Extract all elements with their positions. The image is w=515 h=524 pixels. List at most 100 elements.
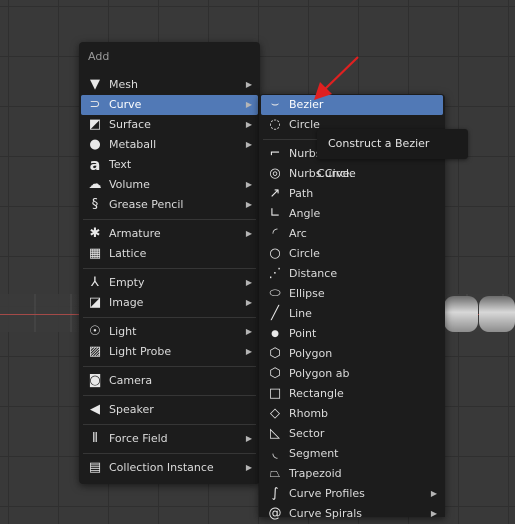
ellipse-icon: ⬭ <box>269 286 281 301</box>
menu-item-armature[interactable]: ✱ Armature ▶ <box>81 224 258 244</box>
submenu-item-label: Path <box>289 187 314 200</box>
menu-item-camera[interactable]: ◙ Camera <box>81 371 258 391</box>
submenu-item-trapezoid[interactable]: ⏢ Trapezoid <box>261 464 443 484</box>
menu-item-label: Curve <box>109 98 142 111</box>
submenu-item-polygon[interactable]: ⬡ Polygon <box>261 344 443 364</box>
menu-separator <box>83 424 256 425</box>
submenu-item-circle-2[interactable]: ○ Circle <box>261 244 443 264</box>
submenu-arrow-icon: ▶ <box>245 327 252 336</box>
point-icon: ● <box>271 329 279 339</box>
menu-item-label: Armature <box>109 227 161 240</box>
menu-item-grease-pencil[interactable]: § Grease Pencil ▶ <box>81 195 258 215</box>
menu-item-metaball[interactable]: ● Metaball ▶ <box>81 135 258 155</box>
menu-item-label: Empty <box>109 276 145 289</box>
menu-item-light[interactable]: ☉ Light ▶ <box>81 322 258 342</box>
submenu-item-ellipse[interactable]: ⬭ Ellipse <box>261 284 443 304</box>
submenu-arrow-icon: ▶ <box>245 434 252 443</box>
path-icon: ↗ <box>269 186 281 201</box>
menu-item-text[interactable]: a Text <box>81 155 258 175</box>
menu-item-lattice[interactable]: ▦ Lattice <box>81 244 258 264</box>
submenu-item-line[interactable]: ╱ Line <box>261 304 443 324</box>
submenu-arrow-icon: ▶ <box>430 509 437 518</box>
submenu-arrow-icon: ▶ <box>245 100 252 109</box>
submenu-item-label: Ellipse <box>289 287 325 300</box>
submenu-item-rectangle[interactable]: □ Rectangle <box>261 384 443 404</box>
submenu-item-sector[interactable]: ◺ Sector <box>261 424 443 444</box>
submenu-item-label: Rhomb <box>289 407 329 420</box>
submenu-arrow-icon: ▶ <box>245 298 252 307</box>
submenu-item-point[interactable]: ● Point <box>261 324 443 344</box>
nurbs-circle-icon: ◎ <box>269 166 281 181</box>
submenu-item-angle[interactable]: ∟ Angle <box>261 204 443 224</box>
menu-item-mesh[interactable]: ▼ Mesh ▶ <box>81 75 258 95</box>
submenu-item-distance[interactable]: ⋰ Distance <box>261 264 443 284</box>
menu-item-label: Light Probe <box>109 345 172 358</box>
submenu-item-curve-spirals[interactable]: @ Curve Spirals ▶ <box>261 504 443 524</box>
surface-icon: ◩ <box>88 117 102 132</box>
menu-separator <box>83 395 256 396</box>
distance-icon: ⋰ <box>268 266 282 281</box>
submenu-item-arc[interactable]: ◜ Arc <box>261 224 443 244</box>
submenu-arrow-icon: ▶ <box>245 278 252 287</box>
cylinder-object[interactable] <box>479 296 515 332</box>
tooltip: Construct a Bezier Curve. <box>317 129 468 180</box>
submenu-item-label: Rectangle <box>289 387 344 400</box>
submenu-item-label: Curve Profiles <box>289 487 365 500</box>
submenu-item-curve-profiles[interactable]: ∫ Curve Profiles ▶ <box>261 484 443 504</box>
menu-item-label: Mesh <box>109 78 138 91</box>
collection-instance-icon: ▤ <box>88 460 102 475</box>
submenu-item-label: Line <box>289 307 312 320</box>
menu-item-empty[interactable]: ⅄ Empty ▶ <box>81 273 258 293</box>
submenu-item-label: Trapezoid <box>289 467 342 480</box>
nurbs-curve-icon: ⌐ <box>269 146 281 161</box>
menu-separator <box>83 453 256 454</box>
volume-icon: ☁ <box>88 177 102 192</box>
circle-icon: ◌ <box>269 117 281 132</box>
empty-icon: ⅄ <box>91 275 99 290</box>
camera-icon: ◙ <box>88 373 102 388</box>
menu-item-volume[interactable]: ☁ Volume ▶ <box>81 175 258 195</box>
menu-item-speaker[interactable]: ◀ Speaker <box>81 400 258 420</box>
cylinder-object[interactable] <box>444 296 478 332</box>
menu-item-curve[interactable]: ⊃ Curve ▶ <box>81 95 258 115</box>
curve-icon: ⊃ <box>89 97 101 112</box>
submenu-item-label: Curve Spirals <box>289 507 363 520</box>
grease-pencil-icon: § <box>91 197 99 212</box>
metaball-icon: ● <box>89 137 101 152</box>
curve-profiles-icon: ∫ <box>271 486 279 501</box>
arc-icon: ◜ <box>272 226 278 241</box>
submenu-item-rhomb[interactable]: ◇ Rhomb <box>261 404 443 424</box>
menu-item-label: Force Field <box>109 432 168 445</box>
polygon-icon: ⬡ <box>269 346 281 361</box>
menu-item-force-field[interactable]: ⦀ Force Field ▶ <box>81 429 258 449</box>
menu-item-collection-instance[interactable]: ▤ Collection Instance ▶ <box>81 458 258 478</box>
submenu-item-segment[interactable]: ◟ Segment <box>261 444 443 464</box>
submenu-item-label: Polygon ab <box>289 367 350 380</box>
menu-item-label: Metaball <box>109 138 157 151</box>
submenu-item-label: Arc <box>289 227 307 240</box>
image-icon: ◪ <box>88 295 102 310</box>
menu-item-surface[interactable]: ◩ Surface ▶ <box>81 115 258 135</box>
menu-item-label: Text <box>109 158 132 171</box>
polygon-ab-icon: ⬡ <box>269 366 281 381</box>
submenu-item-polygon-ab[interactable]: ⬡ Polygon ab <box>261 364 443 384</box>
menu-separator <box>83 366 256 367</box>
lattice-icon: ▦ <box>88 246 102 261</box>
submenu-arrow-icon: ▶ <box>245 200 252 209</box>
light-icon: ☉ <box>89 324 101 339</box>
menu-item-label: Light <box>109 325 137 338</box>
submenu-item-label: Polygon <box>289 347 333 360</box>
menu-item-label: Camera <box>109 374 153 387</box>
menu-item-image[interactable]: ◪ Image ▶ <box>81 293 258 313</box>
menu-item-label: Collection Instance <box>109 461 214 474</box>
circle-icon: ○ <box>269 246 281 261</box>
menu-item-label: Volume <box>109 178 150 191</box>
submenu-item-label: Circle <box>289 247 320 260</box>
submenu-arrow-icon: ▶ <box>245 347 252 356</box>
menu-item-label: Grease Pencil <box>109 198 184 211</box>
bezier-icon: ⌣ <box>270 97 280 112</box>
add-menu: Add ▼ Mesh ▶ ⊃ Curve ▶ ◩ Surface ▶ ● Met… <box>79 42 260 484</box>
submenu-arrow-icon: ▶ <box>245 463 252 472</box>
submenu-arrow-icon: ▶ <box>245 80 252 89</box>
menu-item-light-probe[interactable]: ▨ Light Probe ▶ <box>81 342 258 362</box>
